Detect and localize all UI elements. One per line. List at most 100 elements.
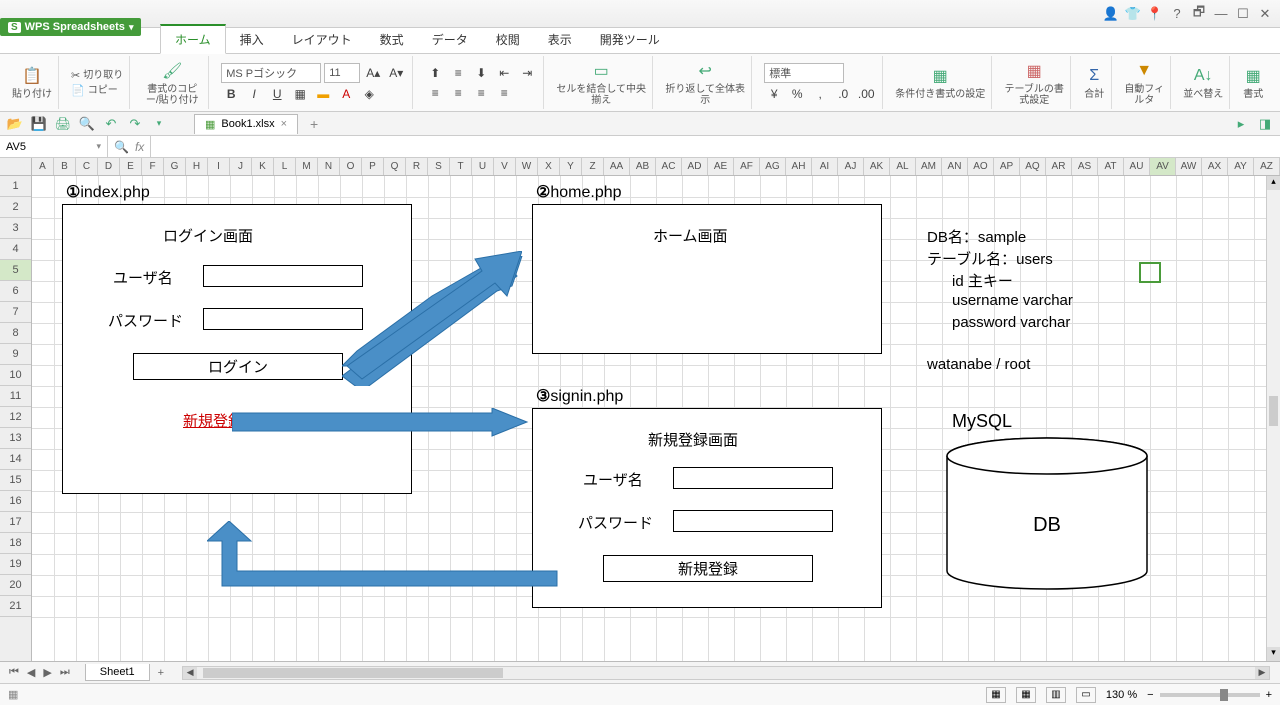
row-header[interactable]: 3	[0, 218, 31, 239]
tab-insert[interactable]: 挿入	[226, 26, 278, 53]
row-header[interactable]: 6	[0, 281, 31, 302]
font-shrink-icon[interactable]: A▾	[386, 64, 406, 82]
col-header[interactable]: D	[98, 158, 120, 175]
col-header[interactable]: L	[274, 158, 296, 175]
view-layout-button[interactable]: ▦	[1016, 687, 1036, 703]
font-name-combo[interactable]: MS Pゴシック	[221, 63, 321, 83]
col-header[interactable]: AJ	[838, 158, 864, 175]
font-color-button[interactable]: A	[336, 85, 356, 103]
col-header[interactable]: AF	[734, 158, 760, 175]
align-left-button[interactable]: ≡	[425, 84, 445, 102]
col-header[interactable]: AL	[890, 158, 916, 175]
col-header[interactable]: A	[32, 158, 54, 175]
zoom-in-button[interactable]: +	[1266, 689, 1272, 701]
filter-icon[interactable]: ▼	[1133, 60, 1155, 82]
col-header[interactable]: G	[164, 158, 186, 175]
align-justify-button[interactable]: ≡	[494, 84, 514, 102]
col-header[interactable]: V	[494, 158, 516, 175]
copy-icon[interactable]: 📄	[71, 84, 85, 97]
col-header[interactable]: AD	[682, 158, 708, 175]
row-header[interactable]: 18	[0, 533, 31, 554]
spreadsheet-grid[interactable]: ABCDEFGHIJKLMNOPQRSTUVWXYZAAABACADAEAFAG…	[0, 158, 1280, 661]
sheet-nav-next-icon[interactable]: ▶	[40, 666, 54, 679]
sheet-nav-first-icon[interactable]: ⏮	[6, 666, 22, 679]
align-right-button[interactable]: ≡	[471, 84, 491, 102]
col-header[interactable]: AR	[1046, 158, 1072, 175]
hscroll-right-icon[interactable]: ▶	[1255, 667, 1269, 679]
col-header[interactable]: U	[472, 158, 494, 175]
bold-button[interactable]: B	[221, 85, 241, 103]
col-header[interactable]: AB	[630, 158, 656, 175]
file-tab[interactable]: ▦ Book1.xlsx ×	[194, 114, 298, 134]
col-header[interactable]: AT	[1098, 158, 1124, 175]
close-button[interactable]: ✕	[1254, 4, 1276, 24]
tab-formula[interactable]: 数式	[366, 26, 418, 53]
row-header[interactable]: 14	[0, 449, 31, 470]
col-header[interactable]: AM	[916, 158, 942, 175]
col-header[interactable]: AH	[786, 158, 812, 175]
number-format-combo[interactable]: 標準	[764, 63, 844, 83]
col-header[interactable]: Q	[384, 158, 406, 175]
hscrollbar[interactable]: ◀ ▶	[182, 666, 1270, 680]
col-header[interactable]: AG	[760, 158, 786, 175]
col-header[interactable]: AN	[942, 158, 968, 175]
wrap-icon[interactable]: ↩	[694, 60, 716, 82]
tab-view[interactable]: 表示	[534, 26, 586, 53]
col-header[interactable]: AZ	[1254, 158, 1280, 175]
preview-icon[interactable]: 🔍	[78, 115, 96, 133]
scroll-up-icon[interactable]: ▴	[1267, 176, 1280, 190]
row-header[interactable]: 9	[0, 344, 31, 365]
sort-icon[interactable]: A↓	[1192, 65, 1214, 87]
align-middle-button[interactable]: ≡	[448, 64, 468, 82]
sidebar-toggle-icon[interactable]: ▸	[1232, 115, 1250, 133]
currency-button[interactable]: ¥	[764, 85, 784, 103]
col-header[interactable]: X	[538, 158, 560, 175]
col-header[interactable]: AW	[1176, 158, 1202, 175]
dec-dec-button[interactable]: .00	[856, 85, 876, 103]
col-header[interactable]: AA	[604, 158, 630, 175]
col-header[interactable]: B	[54, 158, 76, 175]
col-header[interactable]: AU	[1124, 158, 1150, 175]
underline-button[interactable]: U	[267, 85, 287, 103]
panel-icon[interactable]: ◨	[1256, 115, 1274, 133]
undo-icon[interactable]: ↶	[102, 115, 120, 133]
name-box[interactable]: AV5 ▾	[0, 136, 108, 157]
font-size-combo[interactable]: 11	[324, 63, 360, 83]
col-header[interactable]: N	[318, 158, 340, 175]
row-header[interactable]: 21	[0, 596, 31, 617]
col-header[interactable]: T	[450, 158, 472, 175]
row-header[interactable]: 5	[0, 260, 31, 281]
col-header[interactable]: AK	[864, 158, 890, 175]
col-header[interactable]: H	[186, 158, 208, 175]
print-icon[interactable]: 🖨	[54, 115, 72, 133]
font-grow-icon[interactable]: A▴	[363, 64, 383, 82]
save-icon[interactable]: 💾	[30, 115, 48, 133]
tab-home[interactable]: ホーム	[160, 24, 226, 54]
col-header[interactable]: AY	[1228, 158, 1254, 175]
merge-icon[interactable]: ▭	[590, 60, 612, 82]
cut-icon[interactable]: ✂	[71, 69, 80, 82]
tab-layout[interactable]: レイアウト	[278, 26, 366, 53]
tab-data[interactable]: データ	[418, 26, 482, 53]
view-break-button[interactable]: ▥	[1046, 687, 1066, 703]
align-top-button[interactable]: ⬆	[425, 64, 445, 82]
row-header[interactable]: 19	[0, 554, 31, 575]
sum-icon[interactable]: Σ	[1083, 65, 1105, 87]
col-header[interactable]: AI	[812, 158, 838, 175]
row-header[interactable]: 20	[0, 575, 31, 596]
clear-format-button[interactable]: ◈	[359, 85, 379, 103]
row-header[interactable]: 10	[0, 365, 31, 386]
col-header[interactable]: K	[252, 158, 274, 175]
help-icon[interactable]: ?	[1166, 4, 1188, 24]
vscrollbar[interactable]: ▴ ▾	[1266, 176, 1280, 661]
col-header[interactable]: C	[76, 158, 98, 175]
col-header[interactable]: R	[406, 158, 428, 175]
row-header[interactable]: 7	[0, 302, 31, 323]
indent-dec-button[interactable]: ⇤	[494, 64, 514, 82]
new-tab-button[interactable]: +	[310, 116, 318, 132]
app-badge[interactable]: S WPS Spreadsheets ▾	[0, 18, 141, 36]
row-header[interactable]: 8	[0, 323, 31, 344]
sheet-nav-last-icon[interactable]: ⏭	[57, 666, 73, 679]
cond-format-icon[interactable]: ▦	[929, 65, 951, 87]
col-header[interactable]: AC	[656, 158, 682, 175]
